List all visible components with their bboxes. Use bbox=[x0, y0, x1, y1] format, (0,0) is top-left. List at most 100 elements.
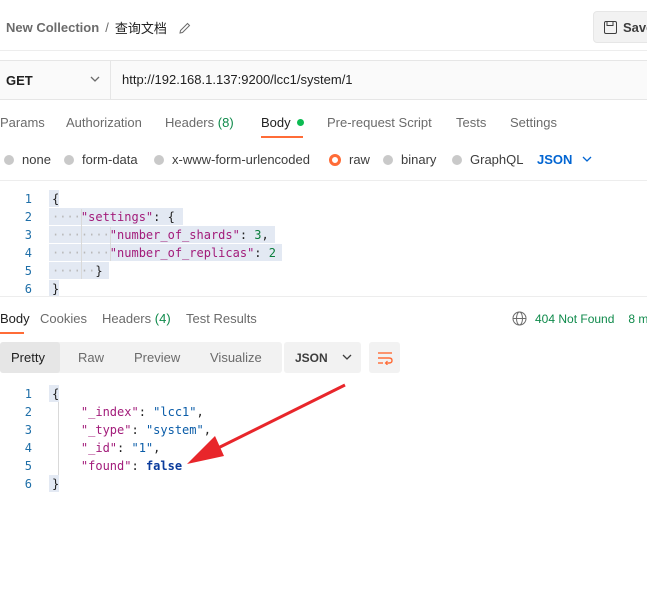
radio-button bbox=[154, 154, 164, 165]
code-line: ····"settings": { bbox=[52, 210, 175, 224]
response-status: 404 Not Found 8 m bbox=[512, 311, 647, 326]
radio-graphql[interactable]: GraphQL bbox=[452, 152, 523, 167]
arrow-head bbox=[187, 436, 224, 464]
breadcrumb-separator: / bbox=[105, 20, 109, 35]
line-number: 1 bbox=[24, 387, 32, 401]
radio-button-selected bbox=[329, 153, 341, 166]
wrap-lines-button[interactable] bbox=[369, 342, 400, 373]
tab-cookies[interactable]: Cookies bbox=[40, 311, 87, 326]
url-input[interactable]: http://192.168.1.137:9200/lcc1/system/1 bbox=[122, 72, 353, 87]
json-string: "1" bbox=[131, 441, 154, 455]
request-name[interactable]: 查询文档 bbox=[115, 18, 167, 37]
tab-authorization[interactable]: Authorization bbox=[66, 115, 142, 130]
code-line: "found": false bbox=[80, 459, 183, 473]
view-raw[interactable]: Raw bbox=[78, 350, 104, 365]
active-tab-underline bbox=[0, 332, 24, 334]
tab-headers[interactable]: Headers (8) bbox=[165, 115, 234, 130]
radio-binary[interactable]: binary bbox=[383, 152, 436, 167]
breadcrumb-collection[interactable]: New Collection bbox=[6, 20, 99, 35]
json-key: "_index" bbox=[80, 405, 139, 419]
tab-headers-label: Headers bbox=[165, 115, 215, 130]
radio-label: form-data bbox=[82, 152, 138, 167]
body-format-label: JSON bbox=[537, 152, 573, 167]
divider bbox=[0, 296, 647, 297]
divider bbox=[0, 50, 647, 51]
json-boolean: false bbox=[145, 459, 183, 473]
save-button[interactable]: Save bbox=[593, 11, 647, 43]
tab-response-headers-label: Headers bbox=[102, 311, 152, 326]
line-number: 4 bbox=[24, 441, 32, 455]
json-key: "_id" bbox=[80, 441, 118, 455]
line-number: 4 bbox=[24, 246, 32, 260]
json-key: "number_of_shards" bbox=[109, 228, 240, 242]
line-number: 1 bbox=[24, 192, 32, 206]
code-line: ········"number_of_shards": 3, bbox=[52, 228, 269, 242]
radio-button bbox=[452, 154, 462, 165]
method-label: GET bbox=[6, 72, 33, 88]
code-line: ······} bbox=[52, 264, 103, 278]
status-code[interactable]: 404 Not Found bbox=[535, 312, 614, 326]
radio-button bbox=[64, 154, 74, 165]
json-number: 3 bbox=[254, 228, 262, 242]
code-line: "_id": "1", bbox=[80, 441, 161, 455]
save-icon bbox=[604, 20, 617, 34]
json-key: "_type" bbox=[80, 423, 132, 437]
tab-response-headers-count: (4) bbox=[154, 311, 171, 326]
line-number: 2 bbox=[24, 405, 32, 419]
radio-form-data[interactable]: form-data bbox=[64, 152, 138, 167]
code-line: } bbox=[52, 477, 60, 491]
active-tab-underline bbox=[261, 136, 303, 138]
view-preview[interactable]: Preview bbox=[134, 350, 180, 365]
url-bar: GET http://192.168.1.137:9200/lcc1/syste… bbox=[0, 60, 647, 100]
method-select[interactable]: GET bbox=[0, 61, 111, 99]
arrow-shaft bbox=[209, 383, 346, 454]
request-body-editor[interactable]: 1 2 3 4 5 6 { ····"settings": { ········… bbox=[0, 180, 647, 297]
breadcrumb: New Collection / 查询文档 bbox=[6, 18, 191, 37]
radio-none[interactable]: none bbox=[4, 152, 51, 167]
radio-label: none bbox=[22, 152, 51, 167]
line-number: 2 bbox=[24, 210, 32, 224]
code-line: } bbox=[52, 282, 60, 296]
line-number: 6 bbox=[24, 282, 32, 296]
response-format-select[interactable]: JSON bbox=[284, 342, 361, 373]
radio-button bbox=[4, 154, 14, 165]
tab-response-body[interactable]: Body bbox=[0, 311, 30, 326]
radio-button bbox=[383, 154, 393, 165]
json-key: "found" bbox=[80, 459, 132, 473]
chevron-down-icon bbox=[342, 354, 352, 360]
tab-response-headers[interactable]: Headers (4) bbox=[102, 311, 171, 326]
tab-params[interactable]: Params bbox=[0, 115, 45, 130]
chevron-down-icon bbox=[582, 156, 592, 162]
red-arrow-annotation bbox=[187, 383, 346, 464]
response-time[interactable]: 8 m bbox=[628, 312, 647, 326]
json-number: 2 bbox=[268, 246, 276, 260]
view-visualize[interactable]: Visualize bbox=[210, 350, 262, 365]
save-label: Save bbox=[623, 19, 647, 35]
body-format-select[interactable]: JSON bbox=[537, 152, 592, 167]
line-number: 5 bbox=[24, 459, 32, 473]
globe-icon[interactable] bbox=[512, 311, 527, 326]
tab-test-results[interactable]: Test Results bbox=[186, 311, 257, 326]
view-mode-bar: Pretty Raw Preview Visualize bbox=[0, 342, 282, 373]
line-number: 5 bbox=[24, 264, 32, 278]
response-tabs: Body Cookies Headers (4) Test Results bbox=[0, 311, 500, 331]
radio-label: GraphQL bbox=[470, 152, 524, 167]
radio-label: raw bbox=[349, 152, 370, 167]
tab-body[interactable]: Body bbox=[261, 115, 304, 130]
radio-raw[interactable]: raw bbox=[329, 152, 370, 167]
request-tabs: Params Authorization Headers (8) Body Pr… bbox=[0, 115, 647, 135]
body-indicator-dot bbox=[296, 119, 304, 126]
radio-x-www-form-urlencoded[interactable]: x-www-form-urlencoded bbox=[154, 152, 310, 167]
edit-pencil-icon[interactable] bbox=[179, 22, 191, 34]
code-line: ········"number_of_replicas": 2 bbox=[52, 246, 276, 260]
chevron-down-icon bbox=[90, 76, 100, 82]
tab-pre-request-script[interactable]: Pre-request Script bbox=[327, 115, 432, 130]
wrap-lines-icon bbox=[377, 351, 393, 365]
radio-label: binary bbox=[401, 152, 437, 167]
tab-tests[interactable]: Tests bbox=[456, 115, 486, 130]
view-pretty[interactable]: Pretty bbox=[11, 350, 45, 365]
tab-headers-count: (8) bbox=[217, 115, 234, 130]
tab-settings[interactable]: Settings bbox=[510, 115, 557, 130]
radio-label: x-www-form-urlencoded bbox=[172, 152, 310, 167]
json-key: "settings" bbox=[80, 210, 154, 224]
